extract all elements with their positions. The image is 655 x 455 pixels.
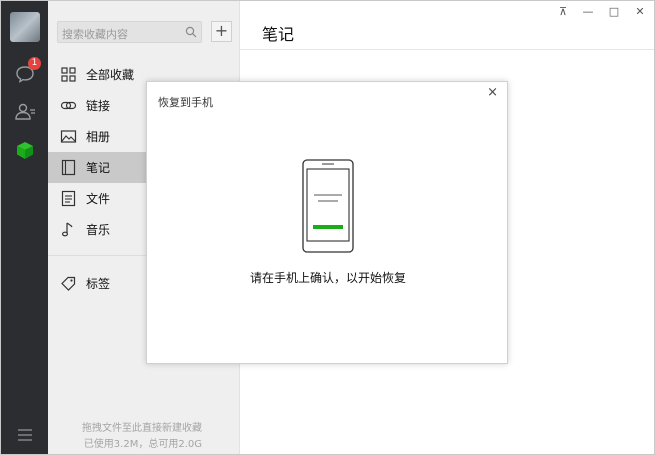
drop-hint: 拖拽文件至此直接新建收藏 <box>82 423 202 434</box>
sidebar-item-label: 相册 <box>86 130 111 144</box>
search-icon[interactable] <box>185 26 197 38</box>
favorites-cube-icon[interactable] <box>13 138 37 162</box>
sidebar-item-label: 文件 <box>86 192 111 206</box>
maximize-button[interactable]: □ <box>606 5 622 19</box>
dialog-title: 恢复到手机 <box>158 96 213 109</box>
avatar[interactable] <box>10 12 40 42</box>
note-icon <box>60 159 77 176</box>
contacts-icon[interactable] <box>13 100 37 124</box>
sidebar-item-label: 标签 <box>86 277 111 291</box>
tag-icon <box>60 275 77 292</box>
photo-icon <box>60 128 77 145</box>
left-rail: 1 <box>1 1 48 454</box>
page-title: 笔记 <box>262 25 295 44</box>
close-dialog-button[interactable]: × <box>487 85 498 100</box>
menu-icon[interactable] <box>15 427 35 443</box>
pin-button[interactable]: ⊼ <box>555 5 571 19</box>
wechat-window: 1 搜索收藏内容 + 全部收藏 链接 相册 笔记 文件 音乐 标签 拖拽文件至此… <box>0 0 655 455</box>
header-divider <box>240 49 654 50</box>
search-placeholder: 搜索收藏内容 <box>62 28 128 41</box>
sidebar-item-label: 音乐 <box>86 223 111 237</box>
sidebar-item-label: 笔记 <box>86 161 111 175</box>
sidebar-item-label: 链接 <box>86 99 111 113</box>
music-icon <box>60 221 77 238</box>
phone-icon <box>302 159 354 253</box>
add-favorite-button[interactable]: + <box>211 21 232 42</box>
search-input[interactable]: 搜索收藏内容 <box>57 21 202 43</box>
chat-icon[interactable]: 1 <box>13 57 41 86</box>
close-window-button[interactable]: ✕ <box>632 5 648 19</box>
restore-to-phone-dialog: 恢复到手机 × 请在手机上确认，以开始恢复 <box>146 81 508 364</box>
unread-badge: 1 <box>28 57 41 70</box>
storage-usage: 已使用3.2M，总可用2.0G <box>83 439 202 450</box>
grid-icon <box>60 66 77 83</box>
file-icon <box>60 190 77 207</box>
link-icon <box>60 97 77 114</box>
minimize-button[interactable]: — <box>580 5 596 19</box>
dialog-message: 请在手机上确认，以开始恢复 <box>249 271 406 285</box>
sidebar-item-label: 全部收藏 <box>86 68 135 82</box>
